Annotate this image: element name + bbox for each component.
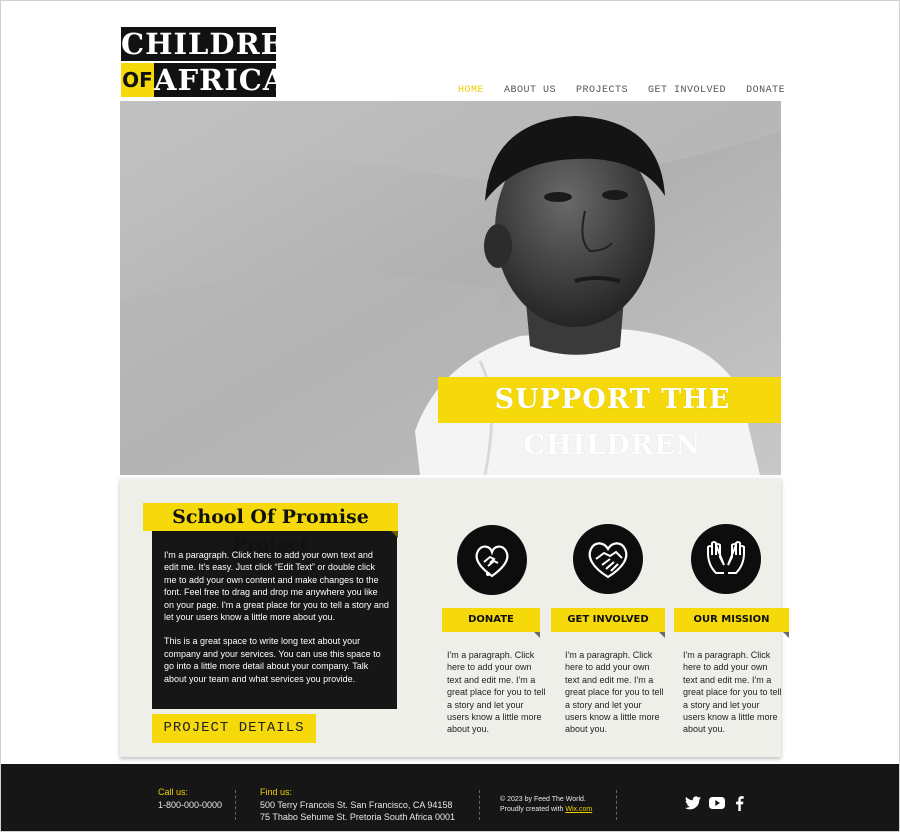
- donate-label[interactable]: DONATE: [442, 608, 540, 632]
- footer-divider: [616, 790, 617, 820]
- site-logo[interactable]: CHILDREN OF AFRICA: [121, 27, 312, 97]
- created-with-text: Proudly created with Wix.com: [500, 805, 592, 815]
- label-fold: [659, 632, 665, 638]
- address-line-1: 500 Terry Francois St. San Francisco, CA…: [260, 800, 453, 810]
- call-us-label: Call us:: [158, 787, 189, 797]
- logo-of-text: OF: [121, 63, 154, 97]
- project-text: I'm a paragraph. Click here to add your …: [164, 549, 389, 697]
- address-line-2: 75 Thabo Sehume St. Pretoria South Afric…: [260, 812, 455, 822]
- handshake-heart-icon[interactable]: [573, 524, 643, 594]
- project-paragraph-1: I'm a paragraph. Click here to add your …: [164, 550, 389, 623]
- donate-text: I'm a paragraph. Click here to add your …: [447, 650, 546, 735]
- project-details-button[interactable]: PROJECT DETAILS: [152, 714, 316, 743]
- get-involved-text: I'm a paragraph. Click here to add your …: [565, 650, 664, 735]
- facebook-icon[interactable]: [735, 796, 744, 811]
- hero-image: SUPPORT THE CHILDREN: [120, 101, 781, 475]
- heart-hand-icon[interactable]: [457, 525, 527, 595]
- footer-divider: [479, 790, 480, 820]
- youtube-icon[interactable]: [709, 796, 725, 810]
- nav-item-donate[interactable]: DONATE: [736, 85, 795, 99]
- nav-item-projects[interactable]: PROJECTS: [566, 85, 638, 99]
- label-fold: [534, 632, 540, 638]
- wix-link[interactable]: Wix.com: [565, 806, 592, 813]
- logo-africa-text: AFRICA: [154, 63, 287, 97]
- our-mission-label[interactable]: OUR MISSION: [674, 608, 789, 632]
- site-footer: Call us: 1-800-000-0000 Find us: 500 Ter…: [1, 764, 899, 831]
- created-prefix: Proudly created with: [500, 806, 564, 813]
- our-mission-text: I'm a paragraph. Click here to add your …: [683, 650, 782, 735]
- project-title-fold: [391, 531, 398, 538]
- label-fold: [783, 632, 789, 638]
- find-us-label: Find us:: [260, 787, 293, 797]
- nav-item-about-us[interactable]: ABOUT US: [494, 85, 566, 99]
- project-paragraph-2: This is a great space to write long text…: [164, 636, 381, 684]
- main-nav: HOME ABOUT US PROJECTS GET INVOLVED DONA…: [448, 85, 795, 99]
- phone-number[interactable]: 1-800-000-0000: [158, 799, 222, 811]
- copyright-text: © 2023 by Feed The World.: [500, 796, 586, 803]
- logo-children-text: CHILDREN: [121, 27, 312, 61]
- get-involved-label[interactable]: GET INVOLVED: [551, 608, 665, 632]
- twitter-icon[interactable]: [685, 796, 701, 810]
- nav-item-home[interactable]: HOME: [448, 85, 494, 99]
- footer-divider: [235, 790, 236, 820]
- open-hands-icon[interactable]: [691, 524, 761, 594]
- content-section: I'm a paragraph. Click here to add your …: [120, 478, 789, 757]
- nav-item-get-involved[interactable]: GET INVOLVED: [638, 85, 736, 99]
- project-title: School Of Promise Project: [143, 503, 398, 556]
- hero-banner: SUPPORT THE CHILDREN: [438, 377, 781, 461]
